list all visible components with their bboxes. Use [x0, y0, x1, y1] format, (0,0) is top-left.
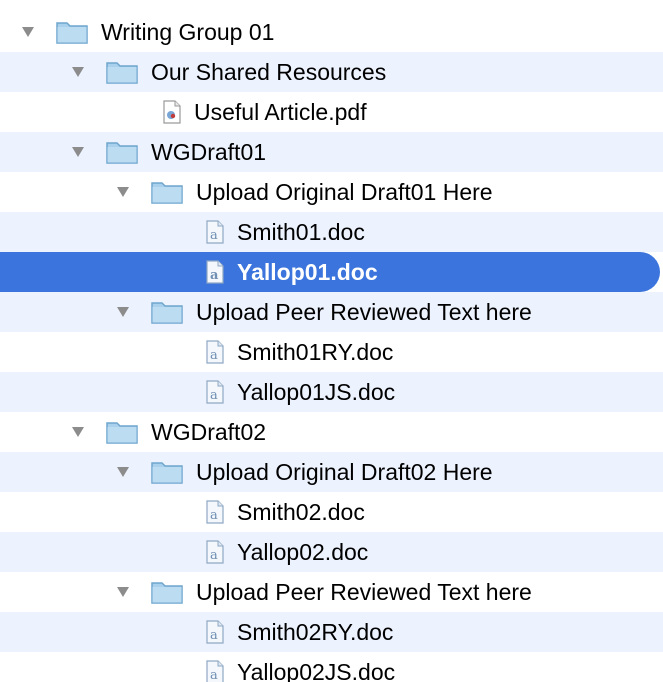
folder-icon [56, 20, 88, 44]
tree-row-our-shared-resources[interactable]: Our Shared Resources [0, 52, 663, 92]
tree-item-label: WGDraft02 [151, 418, 267, 445]
tree-row-upload-original-draft02[interactable]: Upload Original Draft02 Here [0, 452, 663, 492]
folder-icon [106, 60, 138, 84]
document-icon: a [205, 380, 225, 404]
tree-row-smith02-doc[interactable]: a Smith02.doc [0, 492, 663, 532]
tree-item-label: Smith01.doc [237, 218, 365, 245]
tree-row-yallop02-doc[interactable]: a Yallop02.doc [0, 532, 663, 572]
document-icon: a [205, 340, 225, 364]
folder-icon [106, 140, 138, 164]
document-icon: a [205, 660, 225, 682]
disclosure-triangle-icon[interactable] [70, 424, 86, 440]
svg-text:a: a [210, 228, 218, 243]
svg-text:a: a [210, 388, 218, 403]
tree-item-label: Writing Group 01 [101, 18, 275, 45]
pdf-icon [162, 100, 182, 124]
svg-text:a: a [210, 548, 218, 563]
svg-text:a: a [210, 628, 218, 643]
tree-row-writing-group-01[interactable]: Writing Group 01 [0, 12, 663, 52]
folder-icon [151, 300, 183, 324]
disclosure-triangle-icon[interactable] [20, 24, 36, 40]
tree-item-label: Useful Article.pdf [194, 98, 367, 125]
tree-item-label: Smith01RY.doc [237, 338, 394, 365]
tree-item-label: Our Shared Resources [151, 58, 387, 85]
tree-row-smith02ry-doc[interactable]: a Smith02RY.doc [0, 612, 663, 652]
folder-icon [106, 420, 138, 444]
tree-row-useful-article-pdf[interactable]: Useful Article.pdf [0, 92, 663, 132]
tree-row-upload-original-draft01[interactable]: Upload Original Draft01 Here [0, 172, 663, 212]
document-icon: a [205, 220, 225, 244]
tree-item-label: Upload Original Draft01 Here [196, 178, 493, 205]
tree-row-yallop01-doc[interactable]: a Yallop01.doc [0, 252, 660, 292]
document-icon: a [205, 620, 225, 644]
tree-item-label: Smith02.doc [237, 498, 365, 525]
tree-row-upload-peer-reviewed-01[interactable]: Upload Peer Reviewed Text here [0, 292, 663, 332]
disclosure-triangle-icon[interactable] [70, 144, 86, 160]
document-icon: a [205, 260, 225, 284]
folder-icon [151, 180, 183, 204]
document-icon: a [205, 540, 225, 564]
tree-row-yallop02js-doc[interactable]: a Yallop02JS.doc [0, 652, 663, 682]
svg-text:a: a [210, 508, 218, 523]
tree-item-label: Yallop02.doc [237, 538, 369, 565]
tree-row-smith01ry-doc[interactable]: a Smith01RY.doc [0, 332, 663, 372]
folder-icon [151, 460, 183, 484]
tree-item-label: Upload Peer Reviewed Text here [196, 578, 532, 605]
disclosure-triangle-icon[interactable] [115, 584, 131, 600]
disclosure-triangle-icon[interactable] [115, 184, 131, 200]
tree-item-label: Yallop01.doc [237, 258, 378, 285]
svg-text:a: a [210, 348, 218, 363]
tree-item-label: Smith02RY.doc [237, 618, 394, 645]
tree-item-label: Upload Original Draft02 Here [196, 458, 493, 485]
tree-item-label: Yallop02JS.doc [237, 658, 396, 682]
tree-item-label: Yallop01JS.doc [237, 378, 396, 405]
svg-text:a: a [210, 668, 218, 682]
tree-row-yallop01js-doc[interactable]: a Yallop01JS.doc [0, 372, 663, 412]
tree-row-wgdraft02[interactable]: WGDraft02 [0, 412, 663, 452]
disclosure-triangle-icon[interactable] [115, 304, 131, 320]
file-tree: Writing Group 01 Our Shared Resources Us… [0, 0, 663, 682]
svg-text:a: a [210, 268, 219, 283]
tree-row-wgdraft01[interactable]: WGDraft01 [0, 132, 663, 172]
tree-row-upload-peer-reviewed-02[interactable]: Upload Peer Reviewed Text here [0, 572, 663, 612]
folder-icon [151, 580, 183, 604]
document-icon: a [205, 500, 225, 524]
tree-row-smith01-doc[interactable]: a Smith01.doc [0, 212, 663, 252]
tree-item-label: Upload Peer Reviewed Text here [196, 298, 532, 325]
tree-item-label: WGDraft01 [151, 138, 267, 165]
disclosure-triangle-icon[interactable] [70, 64, 86, 80]
disclosure-triangle-icon[interactable] [115, 464, 131, 480]
